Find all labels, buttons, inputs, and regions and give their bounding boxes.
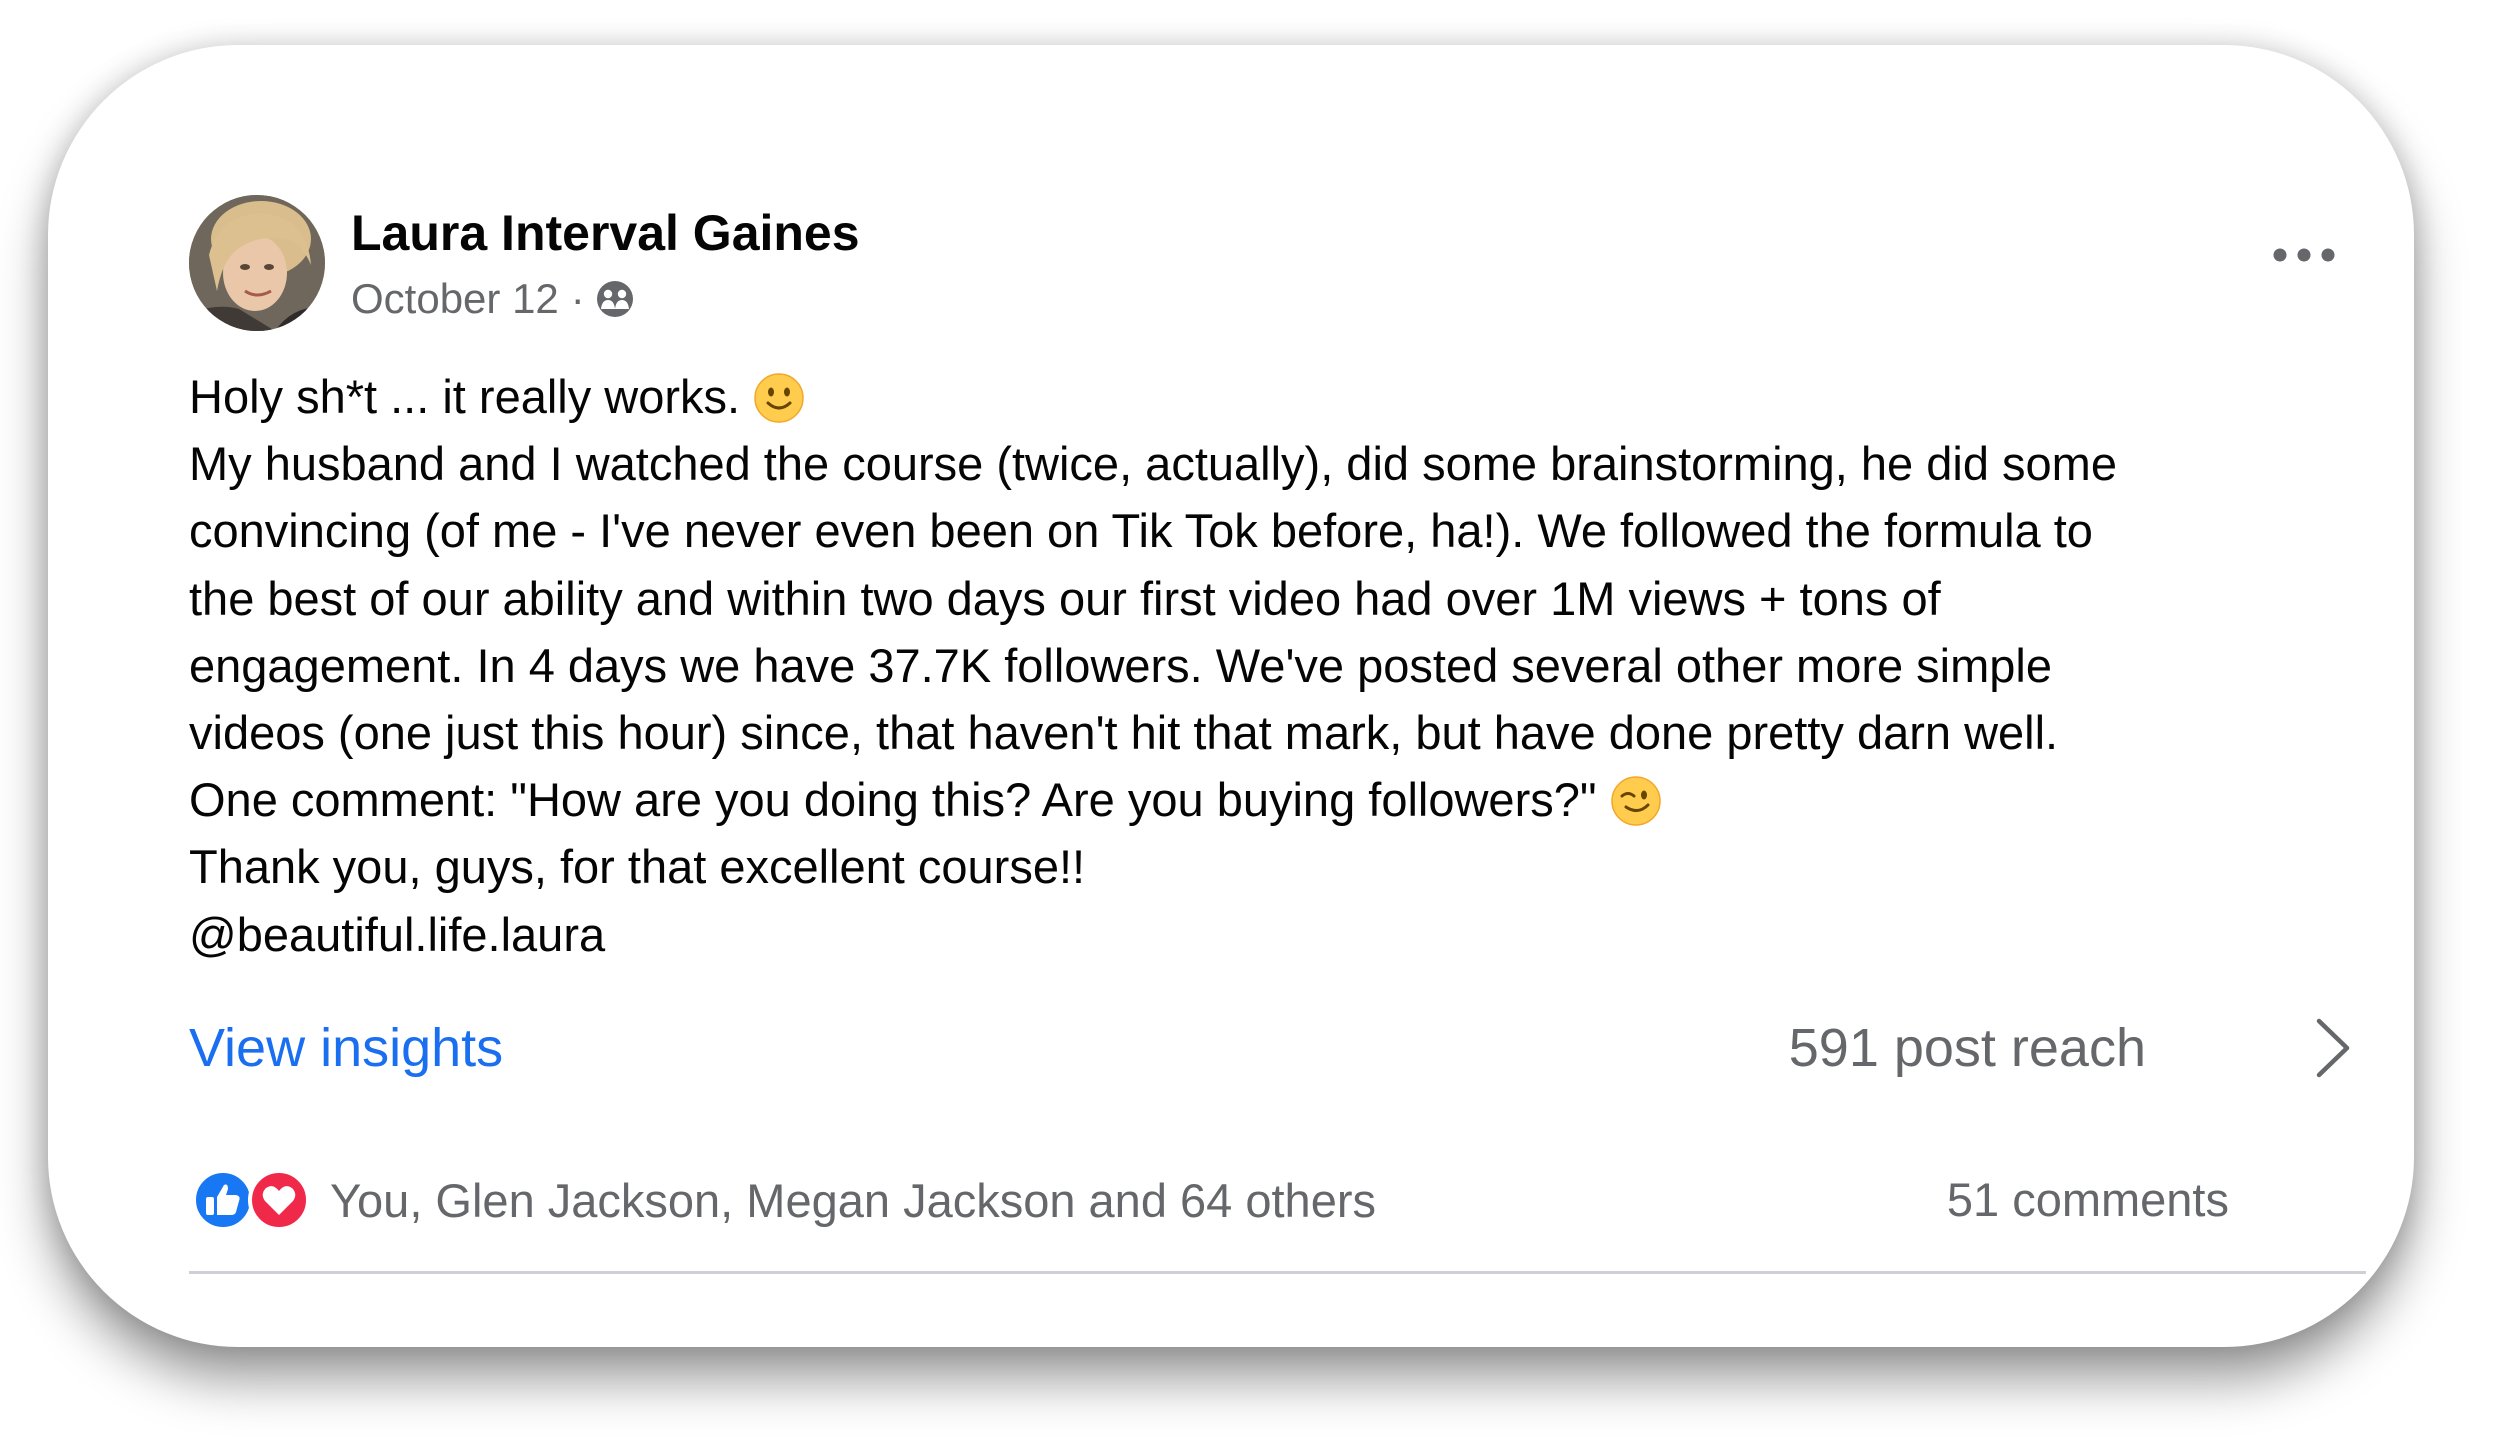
love-icon xyxy=(248,1169,310,1231)
avatar-image xyxy=(189,195,325,331)
reactions-summary[interactable]: You, Glen Jackson, Megan Jackson and 64 … xyxy=(192,1167,1376,1233)
author-name[interactable]: Laura Interval Gaines xyxy=(351,203,860,263)
chevron-right-icon[interactable] xyxy=(2311,1015,2355,1081)
post-card: Laura Interval Gaines October 12 · Holy … xyxy=(48,45,2414,1347)
view-insights-link[interactable]: View insights xyxy=(189,1013,503,1083)
post-line-5: engagement. In 4 days we have 37.7K foll… xyxy=(189,638,2052,692)
post-line-4: the best of our ability and within two d… xyxy=(189,571,1941,625)
comments-count[interactable]: 51 comments xyxy=(1947,1167,2229,1233)
slightly-smiling-face-icon xyxy=(754,373,804,423)
meta-separator: · xyxy=(570,275,585,322)
friends-icon[interactable] xyxy=(595,279,635,319)
reactors-list[interactable]: You, Glen Jackson, Megan Jackson and 64 … xyxy=(330,1173,1376,1228)
divider xyxy=(189,1271,2366,1274)
post-date[interactable]: October 12 xyxy=(351,275,559,323)
post-line-6: videos (one just this hour) since, that … xyxy=(189,705,2059,759)
post-line-1: Holy sh*t ... it really works. xyxy=(189,363,2389,430)
winking-face-icon xyxy=(1610,776,1661,826)
post-reach[interactable]: 591 post reach xyxy=(1789,1013,2146,1083)
post-text: Holy sh*t ... it really works. My husban… xyxy=(189,363,2389,968)
post-line-2: My husband and I watched the course (twi… xyxy=(189,437,2117,491)
post-meta: October 12 · xyxy=(351,271,635,327)
post-line-8: Thank you, guys, for that excellent cour… xyxy=(189,840,1086,894)
author-avatar[interactable] xyxy=(189,195,325,331)
like-icon xyxy=(192,1169,254,1231)
more-options-icon[interactable] xyxy=(2270,235,2338,275)
post-line-7: One comment: "How are you doing this? Ar… xyxy=(189,766,2389,833)
post-line-3: convincing (of me - I've never even been… xyxy=(189,504,2093,558)
post-line-9[interactable]: @beautiful.life.laura xyxy=(189,901,2389,968)
